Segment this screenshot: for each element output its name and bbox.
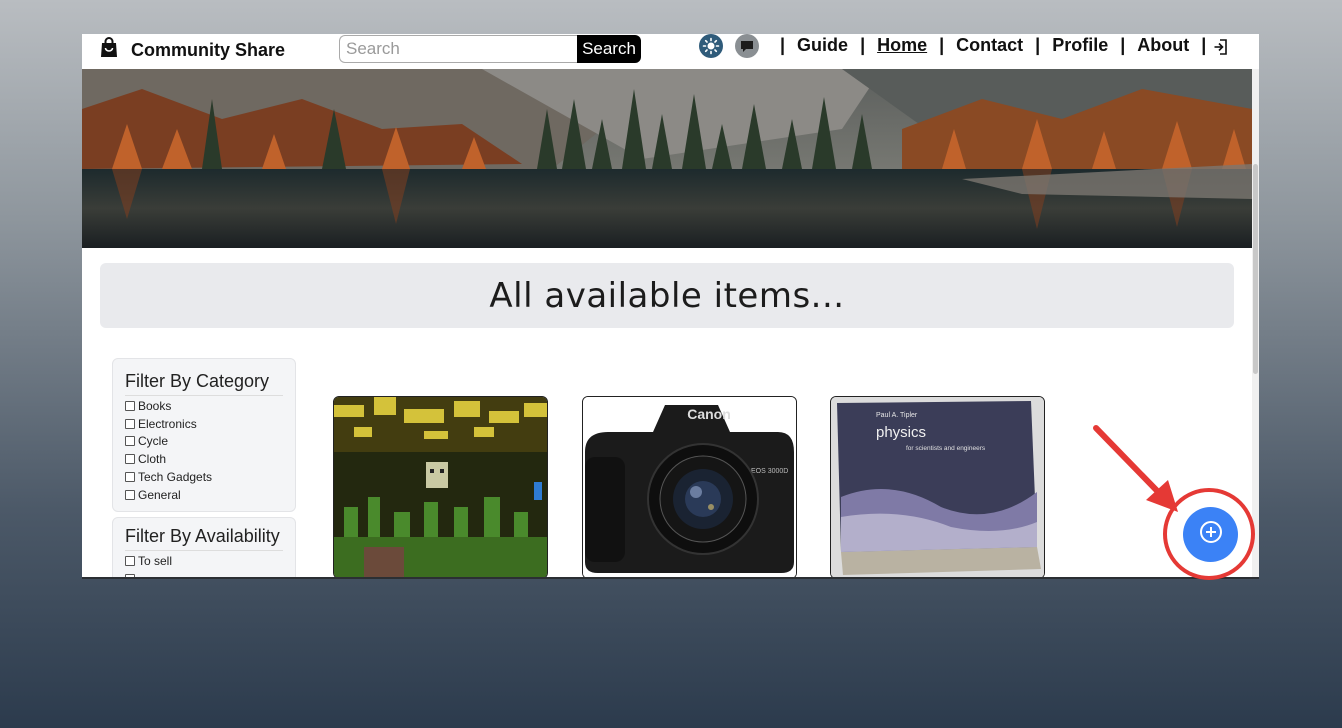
brand[interactable]: Community Share <box>99 37 285 63</box>
camera-model-text: EOS 3000D <box>751 468 788 475</box>
category-option-tech-gadgets[interactable]: Tech Gadgets <box>125 468 212 486</box>
checkbox[interactable] <box>125 489 135 500</box>
category-option-books[interactable]: Books <box>125 397 212 415</box>
search-input[interactable] <box>339 35 577 63</box>
nav-separator: | <box>1120 35 1126 55</box>
browser-viewport: Community Share Search Search | Guide | … <box>82 34 1259 579</box>
book-author-text: Paul A. Tipler <box>876 412 918 419</box>
chat-icon[interactable] <box>735 34 759 58</box>
nav-links: | Guide | Home | Contact | Profile | Abo… <box>768 35 1218 56</box>
checkbox[interactable] <box>125 555 135 566</box>
availability-options: To sell <box>125 552 172 577</box>
checkbox[interactable] <box>125 454 135 465</box>
item-card[interactable] <box>333 396 548 577</box>
canon-camera-image: Canon EOS 3000D <box>583 397 796 577</box>
availability-option-to-sell[interactable]: To sell <box>125 552 172 570</box>
nav-link-about[interactable]: About <box>1137 35 1189 56</box>
option-label: To sell <box>138 553 173 568</box>
filter-availability-title: Filter By Availability <box>125 526 280 546</box>
scrollbar-thumb[interactable] <box>1253 164 1258 374</box>
item-card[interactable]: Paul A. Tipler physics for scientists an… <box>830 396 1045 577</box>
book-subtitle-text: for scientists and engineers <box>906 445 986 452</box>
minecraft-scene-image <box>334 397 547 577</box>
nav-separator: | <box>780 35 786 55</box>
category-option-general[interactable]: General <box>125 486 212 504</box>
nav-link-contact[interactable]: Contact <box>956 35 1023 56</box>
heading-box: All available items... <box>100 263 1234 328</box>
sun-icon[interactable] <box>699 34 723 58</box>
nav-separator: | <box>1035 35 1041 55</box>
annotation-arrow-icon <box>1093 425 1178 512</box>
nav-link-profile[interactable]: Profile <box>1052 35 1108 56</box>
nav-separator: | <box>939 35 945 55</box>
checkbox[interactable] <box>125 418 135 429</box>
checkbox[interactable] <box>125 436 135 447</box>
category-option-electronics[interactable]: Electronics <box>125 415 212 433</box>
option-label: Tech Gadgets <box>138 470 213 485</box>
option-label: Cycle <box>138 434 169 449</box>
option-label: Books <box>138 398 172 413</box>
option-label: Cloth <box>138 452 167 467</box>
nav-link-guide[interactable]: Guide <box>797 35 848 56</box>
brand-name: Community Share <box>131 39 286 60</box>
logout-icon[interactable] <box>1213 38 1229 61</box>
category-option-cycle[interactable]: Cycle <box>125 433 212 451</box>
checkbox[interactable] <box>125 400 135 411</box>
camera-brand-text: Canon <box>687 406 731 422</box>
search-button[interactable]: Search <box>577 35 641 63</box>
physics-book-image: Paul A. Tipler physics for scientists an… <box>831 397 1044 577</box>
nav-icons <box>699 34 759 58</box>
checkbox[interactable] <box>125 472 135 483</box>
filter-category-title: Filter By Category <box>125 371 270 391</box>
filter-availability-panel: Filter By Availability To sell <box>112 517 296 577</box>
category-options: Books Electronics Cycle Cloth Tech Gadge… <box>125 397 212 504</box>
nav-separator: | <box>1201 35 1207 55</box>
availability-option-partial[interactable] <box>125 570 172 577</box>
category-option-cloth[interactable]: Cloth <box>125 450 212 468</box>
banner-image <box>82 69 1252 248</box>
search-form: Search <box>339 35 641 63</box>
navbar: Community Share Search Search | Guide | … <box>82 34 1252 69</box>
divider <box>125 395 283 396</box>
page-title: All available items... <box>489 275 845 316</box>
book-title-text: physics <box>876 424 926 441</box>
option-label: General <box>138 487 181 502</box>
item-card[interactable]: Canon EOS 3000D <box>582 396 797 577</box>
filter-category-panel: Filter By Category Books Electronics Cyc… <box>112 358 296 512</box>
shopping-bag-icon <box>99 37 119 63</box>
option-label: Electronics <box>138 416 197 431</box>
divider <box>125 550 283 551</box>
checkbox[interactable] <box>125 573 135 577</box>
nav-separator: | <box>860 35 866 55</box>
nav-link-home[interactable]: Home <box>877 35 927 56</box>
